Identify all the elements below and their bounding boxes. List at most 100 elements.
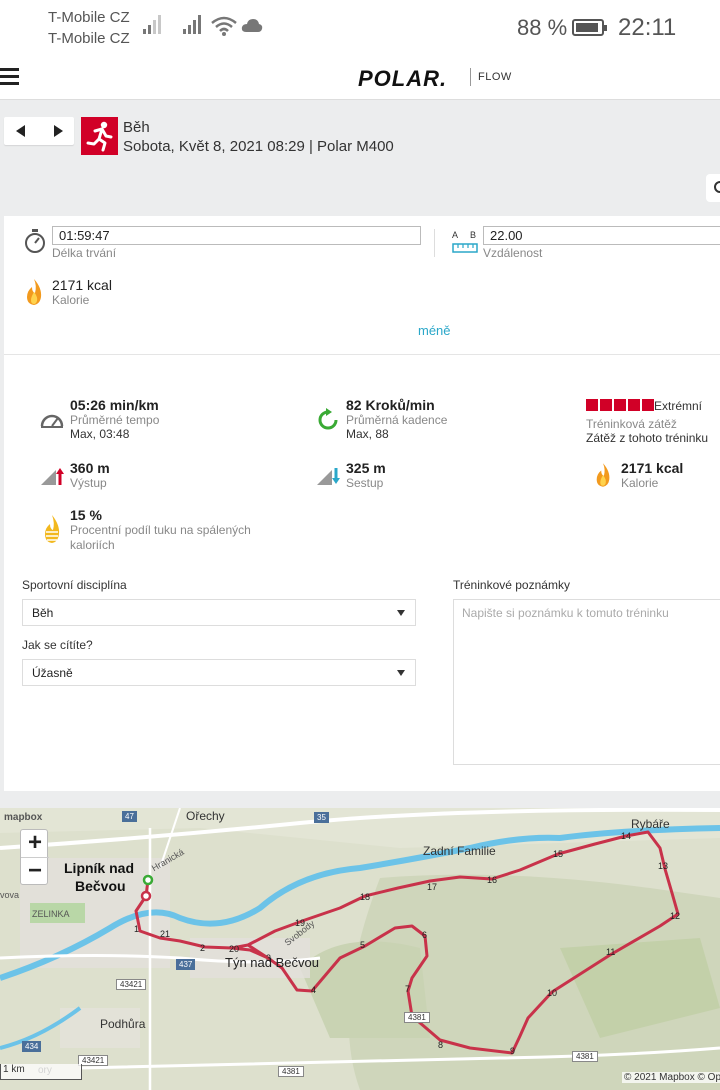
descent-label: Sestup: [346, 476, 384, 490]
km-marker: 20: [229, 944, 240, 954]
distance-ruler-icon: [452, 243, 478, 253]
session-details: Sobota, Květ 8, 2021 08:29 | Polar M400: [123, 138, 394, 155]
duration-field[interactable]: 01:59:47: [52, 226, 421, 245]
running-sport-icon: [81, 117, 118, 155]
sport-select[interactable]: Běh: [22, 599, 416, 626]
calories2-value: 2171 kcal: [621, 460, 684, 476]
km-marker: 2: [200, 943, 206, 953]
place-lipnik-2: Bečvou: [75, 878, 126, 894]
battery-icon: [572, 19, 607, 36]
carrier-label-2: T-Mobile CZ: [48, 30, 130, 47]
cadence-icon: [318, 408, 338, 430]
wifi-icon: [211, 16, 237, 36]
km-marker: 14: [621, 831, 632, 841]
pace-max: Max, 03:48: [70, 427, 130, 441]
sport-select-label: Sportovní disciplína: [22, 578, 127, 592]
polar-logo[interactable]: POLAR.: [358, 66, 447, 92]
road-shield-4381: 4381: [404, 1012, 430, 1023]
chevron-down-icon: [397, 610, 405, 616]
road-shield-4381c: 4381: [278, 1066, 304, 1077]
signal-icon-2: [183, 14, 205, 34]
descent-value: 325 m: [346, 460, 386, 476]
load-sub[interactable]: Zátěž z tohoto tréninku: [586, 431, 708, 445]
flame-icon-2: [596, 463, 610, 487]
next-session-icon[interactable]: [54, 125, 63, 137]
load-label: Tréninková zátěž: [586, 417, 677, 431]
flame-icon: [27, 279, 42, 305]
cloud-icon: [241, 19, 263, 32]
field-divider: [434, 229, 435, 257]
ascent-value: 360 m: [70, 460, 110, 476]
ascent-icon: [41, 468, 64, 485]
km-marker: 17: [427, 882, 438, 892]
road-shield-47: 47: [122, 811, 137, 822]
signal-icon-1: [143, 14, 163, 34]
pace-value: 05:26 min/km: [70, 397, 159, 413]
descent-icon: [317, 468, 340, 485]
battery-percent: 88 %: [517, 15, 568, 40]
place-podhura: Podhůra: [100, 1017, 146, 1031]
place-tyn: Týn nad Bečvou: [225, 955, 319, 970]
calories2-label: Kalorie: [621, 476, 659, 490]
load-box-4: [628, 399, 640, 411]
map-scale: 1 km: [0, 1064, 82, 1080]
km-marker: 10: [547, 988, 558, 998]
fat-burn-icon: [45, 515, 60, 543]
road-shield-43421: 43421: [116, 979, 147, 990]
ascent-label: Výstup: [70, 476, 107, 490]
cadence-value: 82 Kroků/min: [346, 397, 435, 413]
road-shield-437: 437: [176, 959, 196, 970]
fat-value: 15 %: [70, 507, 102, 523]
speedometer-icon: [40, 414, 64, 428]
brand-divider: [470, 68, 471, 86]
distance-field[interactable]: 22.00: [483, 226, 720, 245]
map-attribution[interactable]: © 2021 Mapbox © Op: [622, 1072, 720, 1083]
route-map[interactable]: Lipník nad Bečvou Ořechy Zadní Familie R…: [0, 808, 720, 1090]
place-orechy: Ořechy: [186, 809, 225, 823]
load-box-2: [600, 399, 612, 411]
distance-label: Vzdálenost: [483, 246, 543, 260]
road-shield-35: 35: [314, 812, 329, 823]
km-marker: 11: [606, 947, 616, 957]
mapbox-logo[interactable]: mapbox: [4, 812, 42, 823]
place-rybare: Rybáře: [631, 817, 670, 831]
km-marker: 16: [487, 875, 498, 885]
km-marker: 1: [134, 924, 140, 934]
map-zoom-control: + −: [20, 829, 49, 886]
previous-session-icon[interactable]: [16, 125, 25, 137]
km-marker: 19: [295, 918, 306, 928]
feeling-select-label: Jak se cítíte?: [22, 638, 93, 652]
app-header: POLAR. FLOW: [0, 54, 720, 100]
km-marker: 18: [360, 892, 371, 902]
feeling-select[interactable]: Úžasně: [22, 659, 416, 686]
clock: 22:11: [618, 14, 677, 41]
load-box-5: [642, 399, 654, 411]
session-sport-title: Běh: [123, 119, 150, 136]
km-marker: 6: [422, 930, 428, 940]
notes-textarea[interactable]: Napište si poznámku k tomuto tréninku: [453, 599, 720, 765]
place-zelinka: ZELINKA: [32, 909, 70, 919]
calories-label: Kalorie: [52, 293, 90, 307]
road-shield-4381b: 4381: [572, 1051, 598, 1062]
km-marker: 4: [311, 985, 317, 995]
calories-value: 2171 kcal: [52, 277, 112, 293]
show-less-link[interactable]: méně: [418, 323, 451, 338]
km-marker: 13: [658, 861, 669, 871]
carrier-label-1: T-Mobile CZ: [48, 9, 130, 26]
chevron-down-icon: [397, 670, 405, 676]
km-marker: 15: [553, 849, 564, 859]
stopwatch-icon: [25, 229, 45, 253]
ab-label-b: B: [470, 230, 477, 240]
sport-select-value: Běh: [32, 606, 54, 620]
km-marker: 8: [438, 1040, 444, 1050]
zoom-out-button[interactable]: −: [21, 858, 49, 886]
side-action-button[interactable]: [706, 174, 720, 202]
pace-label: Průměrné tempo: [70, 413, 160, 427]
load-value: Extrémní: [654, 399, 703, 413]
feeling-select-value: Úžasně: [32, 666, 73, 680]
zoom-in-button[interactable]: +: [21, 830, 49, 858]
cadence-label: Průměrná kadence: [346, 413, 448, 427]
km-marker: 21: [160, 929, 171, 939]
ab-label-a: A: [452, 230, 459, 240]
menu-icon[interactable]: [0, 68, 20, 86]
